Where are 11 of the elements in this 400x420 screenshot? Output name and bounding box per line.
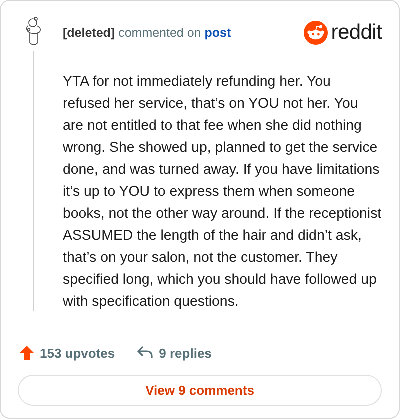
reddit-logo-icon bbox=[304, 21, 328, 45]
reply-count: 9 replies bbox=[159, 346, 212, 360]
author-name[interactable]: [deleted] bbox=[63, 26, 116, 40]
post-link[interactable]: post bbox=[204, 26, 232, 40]
upvote-count: 153 upvotes bbox=[40, 346, 116, 360]
comment-text: YTA for not immediately refunding her. You refused her service, that’s on YOU not her. You are not entitled to that fee when she did nothing wrong. She showed up, planned to get the service done, and was turned away. If you have limitations it’s up to YOU to express them when someone books, not the other way around. If the receptionist ASSUMED the length of the hair and didn’t ask, that’s on your salon, not the customer. They specified long, which you should have followed up with specification questions. bbox=[63, 73, 382, 312]
upvote-arrow-icon bbox=[19, 345, 35, 361]
brand-name: reddit bbox=[331, 21, 382, 45]
action-label: commented on bbox=[118, 26, 202, 40]
view-comments-button[interactable]: View 9 comments bbox=[18, 375, 382, 406]
reply-arrow-icon bbox=[137, 346, 154, 360]
